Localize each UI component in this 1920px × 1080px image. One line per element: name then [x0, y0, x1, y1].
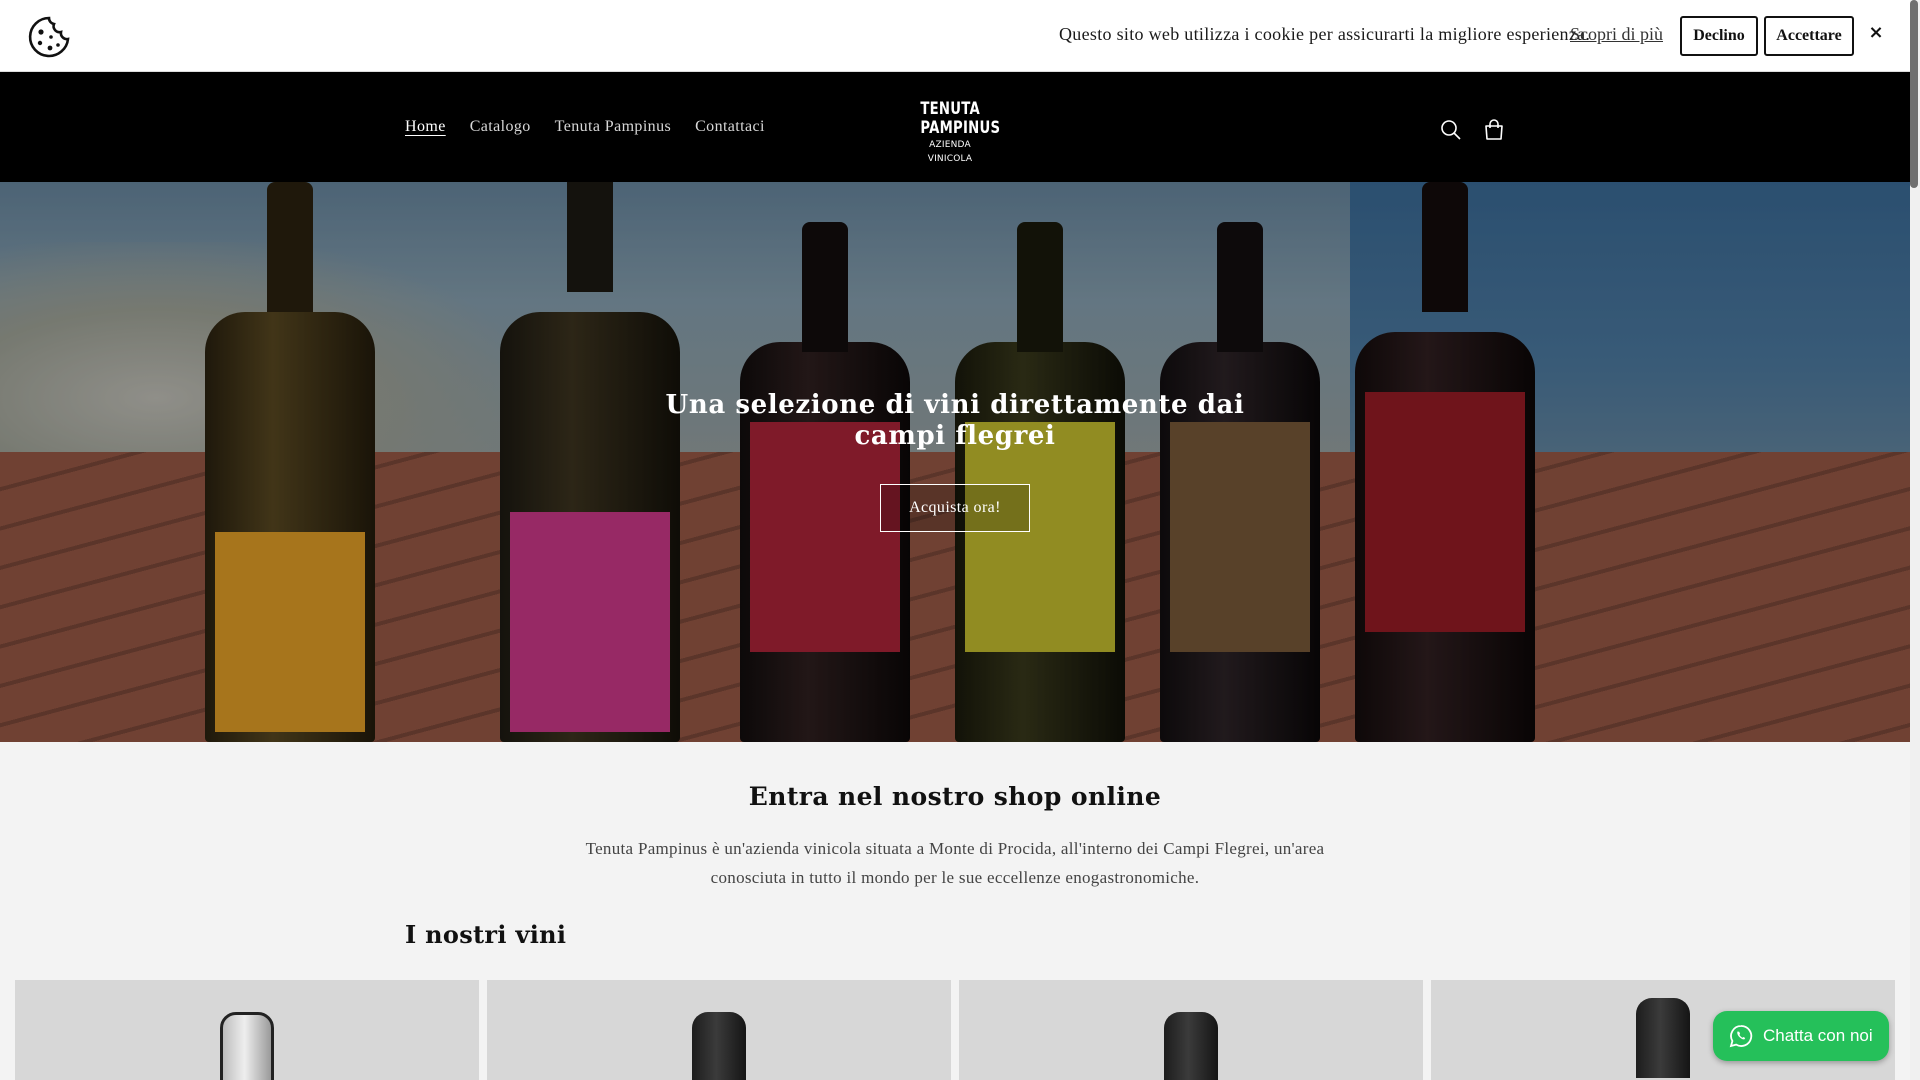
nav-item-catalogo[interactable]: Catalogo — [470, 118, 531, 136]
cookie-decline-button[interactable]: Declino — [1680, 16, 1758, 56]
product-card[interactable] — [15, 980, 479, 1080]
shop-now-button[interactable]: Acquista ora! — [880, 484, 1030, 532]
nav-item-contattaci[interactable]: Contattaci — [695, 118, 765, 136]
site-logo[interactable]: TENUTA PAMPINUS AZIENDA VINICOLA — [912, 99, 1001, 166]
cookie-close-icon[interactable]: × — [1866, 22, 1886, 46]
nav-item-home[interactable]: Home — [405, 118, 446, 136]
chat-label: Chatta con noi — [1763, 1026, 1873, 1045]
product-image — [220, 1012, 274, 1080]
cart-icon — [1485, 119, 1503, 140]
whatsapp-icon — [1729, 1025, 1753, 1048]
search-icon — [1441, 120, 1461, 140]
nav-item-tenuta-pampinus[interactable]: Tenuta Pampinus — [555, 118, 671, 136]
site-header: Home Catalogo Tenuta Pampinus Contattaci… — [0, 72, 1910, 182]
cookie-message: Questo sito web utilizza i cookie per as… — [1059, 24, 1591, 44]
logo-text-line3: AZIENDA VINICOLA — [927, 140, 973, 164]
product-image — [692, 1012, 746, 1080]
wines-section-title: I nostri vini — [405, 920, 567, 949]
cookie-accept-button[interactable]: Accettare — [1764, 16, 1854, 56]
logo-text-line1: TENUTA — [920, 99, 981, 119]
cookie-icon — [28, 16, 70, 58]
product-card[interactable] — [487, 980, 951, 1080]
shop-section-title: Entra nel nostro shop online — [748, 782, 1162, 811]
scrollbar-thumb[interactable] — [1910, 0, 1918, 188]
search-button[interactable] — [1437, 116, 1465, 144]
hero-banner: Una selezione di vini direttamente dai c… — [0, 182, 1910, 742]
cookie-banner: Questo sito web utilizza i cookie per as… — [0, 0, 1910, 72]
cookie-learn-more-link[interactable]: Scopri di più — [1570, 24, 1663, 45]
hero-overlay — [0, 182, 1910, 742]
product-card[interactable] — [959, 980, 1423, 1080]
logo-text-line2: PAMPINUS — [920, 118, 1001, 138]
product-image — [1164, 1012, 1218, 1080]
shop-section-description: Tenuta Pampinus è un'azienda vinicola si… — [585, 839, 1325, 887]
product-image — [1636, 998, 1690, 1078]
hero-title: Una selezione di vini direttamente dai c… — [665, 390, 1245, 451]
main-nav: Home Catalogo Tenuta Pampinus Contattaci — [405, 118, 765, 136]
whatsapp-chat-button[interactable]: Chatta con noi — [1713, 1011, 1889, 1061]
cart-button[interactable] — [1480, 116, 1508, 144]
